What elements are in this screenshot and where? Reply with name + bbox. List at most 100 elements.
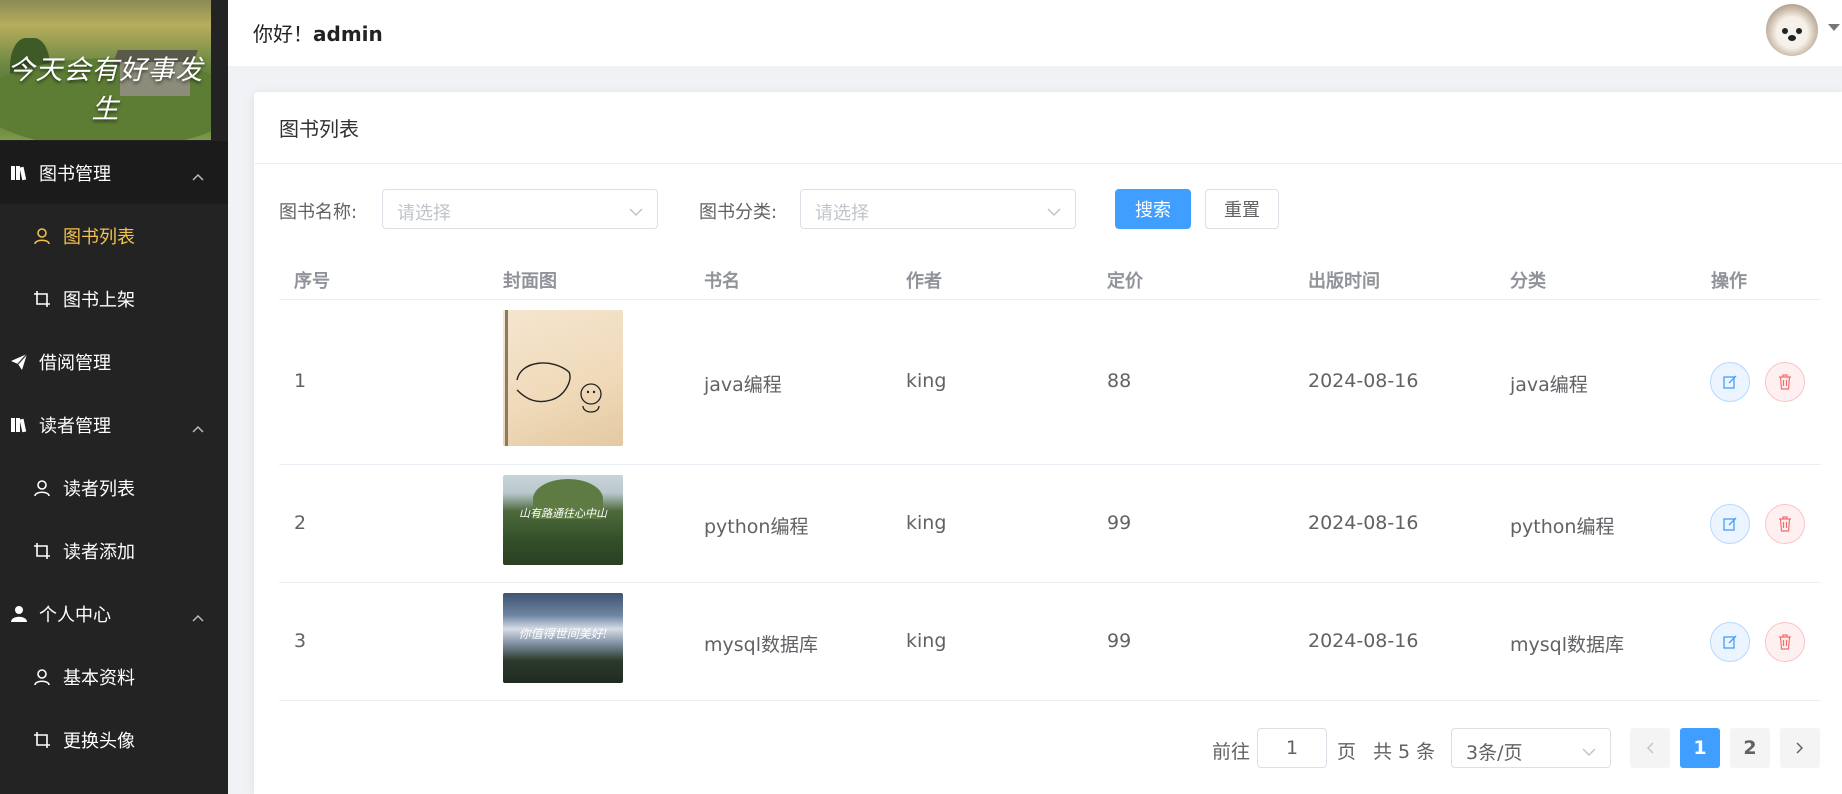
sidebar-item-label: 图书上架: [63, 289, 135, 311]
sidebar-item-reader-add[interactable]: 读者添加: [0, 519, 228, 582]
caret-down-icon[interactable]: [1828, 24, 1840, 31]
table-header: 序号 封面图 书名 作者 定价 出版时间 分类 操作: [279, 256, 1821, 300]
column-header: 分类: [1510, 271, 1546, 292]
book-icon: [9, 163, 29, 183]
cell-index: 1: [294, 370, 307, 392]
delete-button[interactable]: [1765, 622, 1805, 662]
book-icon: [9, 415, 29, 435]
table-row: 2 山有路通往心中山 python编程 king 99 2024-08-16 p…: [279, 465, 1821, 583]
crop-icon: [32, 730, 52, 750]
chevron-up-icon: [192, 165, 204, 186]
crop-icon: [32, 541, 52, 561]
cell-price: 88: [1107, 370, 1132, 392]
pagination: 前往 页 共 5 条 3条/页 1 2: [254, 728, 1842, 768]
select-placeholder: 请选择: [815, 203, 869, 224]
page-button-1[interactable]: 1: [1680, 728, 1720, 768]
menu-group-reader-management[interactable]: 读者管理: [0, 393, 228, 456]
edit-button[interactable]: [1710, 622, 1750, 662]
cell-author: king: [906, 512, 947, 534]
menu-group-personal-center[interactable]: 个人中心: [0, 582, 228, 645]
sidebar-item-book-list[interactable]: 图书列表: [0, 204, 228, 267]
column-header: 作者: [906, 271, 942, 292]
logo-text: 今天会有好事发生: [7, 55, 204, 125]
table-row: 1 java编程 king 88 2024-08-16 java编程: [279, 300, 1821, 465]
crop-icon: [32, 289, 52, 309]
cell-category: mysql数据库: [1510, 634, 1624, 656]
prev-page-button[interactable]: [1630, 728, 1670, 768]
menu-group-borrow-management[interactable]: 借阅管理: [0, 330, 228, 393]
reset-button[interactable]: 重置: [1205, 189, 1279, 229]
sidebar-menu: 图书管理 图书列表 图书上架 借阅管理 读者管理 读者列表 读者添加 个人中心 …: [0, 141, 228, 771]
cell-category: python编程: [1510, 516, 1615, 538]
menu-group-label: 借阅管理: [39, 352, 111, 374]
cell-date: 2024-08-16: [1308, 370, 1419, 392]
paper-plane-icon: [9, 352, 29, 372]
user-icon: [32, 478, 52, 498]
delete-button[interactable]: [1765, 504, 1805, 544]
chevron-down-icon: [1582, 742, 1596, 761]
menu-group-label: 图书管理: [39, 163, 111, 185]
edit-button[interactable]: [1710, 362, 1750, 402]
chevron-down-icon: [629, 202, 643, 221]
next-page-button[interactable]: [1780, 728, 1820, 768]
cell-title: python编程: [704, 516, 809, 538]
edit-button[interactable]: [1710, 504, 1750, 544]
cell-title: java编程: [704, 374, 782, 396]
cell-price: 99: [1107, 630, 1132, 652]
goto-label: 前往: [1212, 741, 1251, 763]
column-header: 操作: [1711, 271, 1747, 292]
sidebar-item-reader-list[interactable]: 读者列表: [0, 456, 228, 519]
total-count: 共 5 条: [1373, 741, 1436, 763]
greeting-text: 你好！: [253, 22, 313, 46]
cell-price: 99: [1107, 512, 1132, 534]
user-icon: [32, 226, 52, 246]
column-header: 定价: [1107, 271, 1143, 292]
cell-date: 2024-08-16: [1308, 512, 1419, 534]
chevron-left-icon: [1646, 742, 1654, 754]
delete-button[interactable]: [1765, 362, 1805, 402]
book-category-label: 图书分类:: [699, 202, 778, 223]
sidebar-item-change-avatar[interactable]: 更换头像: [0, 708, 228, 771]
page-size-select[interactable]: 3条/页: [1451, 728, 1611, 768]
page-size-value: 3条/页: [1466, 742, 1523, 764]
card-title: 图书列表: [254, 92, 1842, 164]
sidebar-item-book-shelve[interactable]: 图书上架: [0, 267, 228, 330]
page-button-2[interactable]: 2: [1730, 728, 1770, 768]
cover-caption: 山有路通往心中山: [519, 507, 607, 520]
search-button[interactable]: 搜索: [1115, 189, 1191, 229]
column-header: 序号: [294, 271, 330, 292]
cover-caption: 你值得世间美好!: [518, 627, 608, 641]
sidebar-item-basic-profile[interactable]: 基本资料: [0, 645, 228, 708]
cover-image: [503, 310, 623, 446]
goto-page-input[interactable]: [1257, 728, 1327, 768]
sidebar-item-label: 图书列表: [63, 226, 135, 248]
menu-group-label: 读者管理: [39, 415, 111, 437]
sidebar-item-label: 读者列表: [63, 478, 135, 500]
cell-author: king: [906, 630, 947, 652]
page-unit-label: 页: [1337, 741, 1357, 763]
top-header: 你好！admin: [228, 0, 1842, 66]
select-placeholder: 请选择: [397, 203, 451, 224]
edit-icon: [1723, 375, 1737, 389]
sidebar-item-label: 基本资料: [63, 667, 135, 689]
cell-category: java编程: [1510, 374, 1588, 396]
filter-bar: 图书名称: 请选择 图书分类: 请选择 搜索 重置: [279, 189, 1779, 229]
book-name-select[interactable]: 请选择: [382, 189, 658, 229]
edit-icon: [1723, 517, 1737, 531]
book-category-select[interactable]: 请选择: [800, 189, 1076, 229]
edit-icon: [1723, 635, 1737, 649]
trash-icon: [1779, 516, 1791, 532]
menu-group-book-management[interactable]: 图书管理: [0, 141, 228, 204]
chevron-up-icon: [192, 417, 204, 438]
trash-icon: [1779, 634, 1791, 650]
menu-group-label: 个人中心: [39, 604, 111, 626]
user-solid-icon: [9, 604, 29, 624]
cover-image: 你值得世间美好!: [503, 593, 623, 683]
book-table: 序号 封面图 书名 作者 定价 出版时间 分类 操作 1 java编程 king…: [279, 256, 1821, 701]
greeting: 你好！admin: [253, 18, 383, 47]
column-header: 封面图: [503, 271, 557, 292]
sidebar-item-label: 读者添加: [63, 541, 135, 563]
logo: 今天会有好事发生: [0, 0, 211, 140]
avatar[interactable]: [1766, 4, 1818, 56]
chevron-up-icon: [192, 606, 204, 627]
